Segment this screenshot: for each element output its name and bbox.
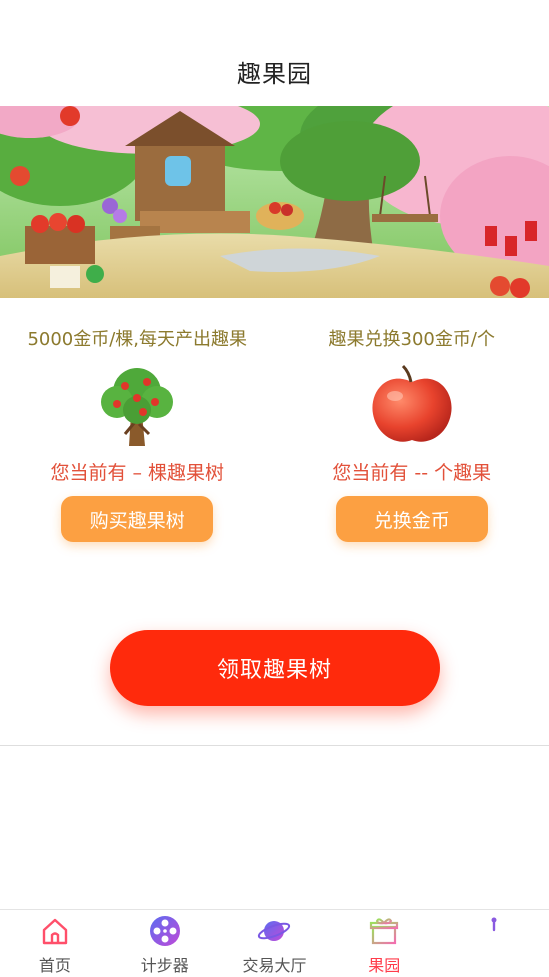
orchard-page: 趣果园 5000金币/棵,每天产出趣果 您当前有 – 棵趣果树 购买趣果树 趣果… xyxy=(0,0,549,977)
gift-icon xyxy=(367,914,401,948)
tab-home[interactable]: 首页 xyxy=(0,910,110,977)
status-bar xyxy=(0,0,549,36)
owned-suffix: 棵趣果树 xyxy=(148,462,225,484)
tree-icon xyxy=(95,358,179,454)
apple-icon xyxy=(367,358,457,454)
fruit-owned-text: 您当前有 -- 个趣果 xyxy=(332,458,491,488)
tab-pedometer[interactable]: 计步器 xyxy=(110,910,220,977)
owned-prefix: 您当前有 xyxy=(50,462,127,484)
tab-label: 果园 xyxy=(368,956,401,975)
orchard-cards: 5000金币/棵,每天产出趣果 您当前有 – 棵趣果树 购买趣果树 趣果兑换30… xyxy=(0,326,549,556)
tree-owned-count: – xyxy=(132,462,143,484)
divider xyxy=(0,745,549,746)
claim-wrap: 领取趣果树 xyxy=(0,630,549,706)
tab-label: 交易大厅 xyxy=(242,956,307,975)
bottom-tab-bar: 首页 计步器 交易大厅 果园 xyxy=(0,909,549,977)
exchange-coins-button[interactable]: 兑换金币 xyxy=(335,496,488,542)
tree-price-text: 5000金币/棵,每天产出趣果 xyxy=(27,329,248,350)
tab-trading-hall[interactable]: 交易大厅 xyxy=(220,910,330,977)
fruit-owned-count: -- xyxy=(414,462,429,484)
claim-tree-button[interactable]: 领取趣果树 xyxy=(109,630,440,706)
owned-prefix: 您当前有 xyxy=(332,462,409,484)
fruit-card: 趣果兑换300金币/个 您当前有 -- 个趣果 兑换金币 xyxy=(275,326,549,556)
profile-icon xyxy=(477,914,511,948)
tab-orchard[interactable]: 果园 xyxy=(329,910,439,977)
fruit-exchange-rate-text: 趣果兑换300金币/个 xyxy=(328,329,495,350)
tree-owned-text: 您当前有 – 棵趣果树 xyxy=(50,458,224,488)
home-icon xyxy=(38,914,72,948)
header: 趣果园 xyxy=(0,36,549,106)
buy-tree-button[interactable]: 购买趣果树 xyxy=(61,496,214,542)
tab-label: 计步器 xyxy=(140,956,189,975)
film-reel-icon xyxy=(148,914,182,948)
tab-profile[interactable] xyxy=(439,910,549,977)
page-title: 趣果园 xyxy=(237,59,312,88)
orchard-banner-image xyxy=(0,106,549,298)
owned-suffix: 个趣果 xyxy=(434,462,492,484)
tab-label: 首页 xyxy=(38,956,71,975)
tree-card: 5000金币/棵,每天产出趣果 您当前有 – 棵趣果树 购买趣果树 xyxy=(0,326,275,556)
planet-icon xyxy=(257,914,291,948)
